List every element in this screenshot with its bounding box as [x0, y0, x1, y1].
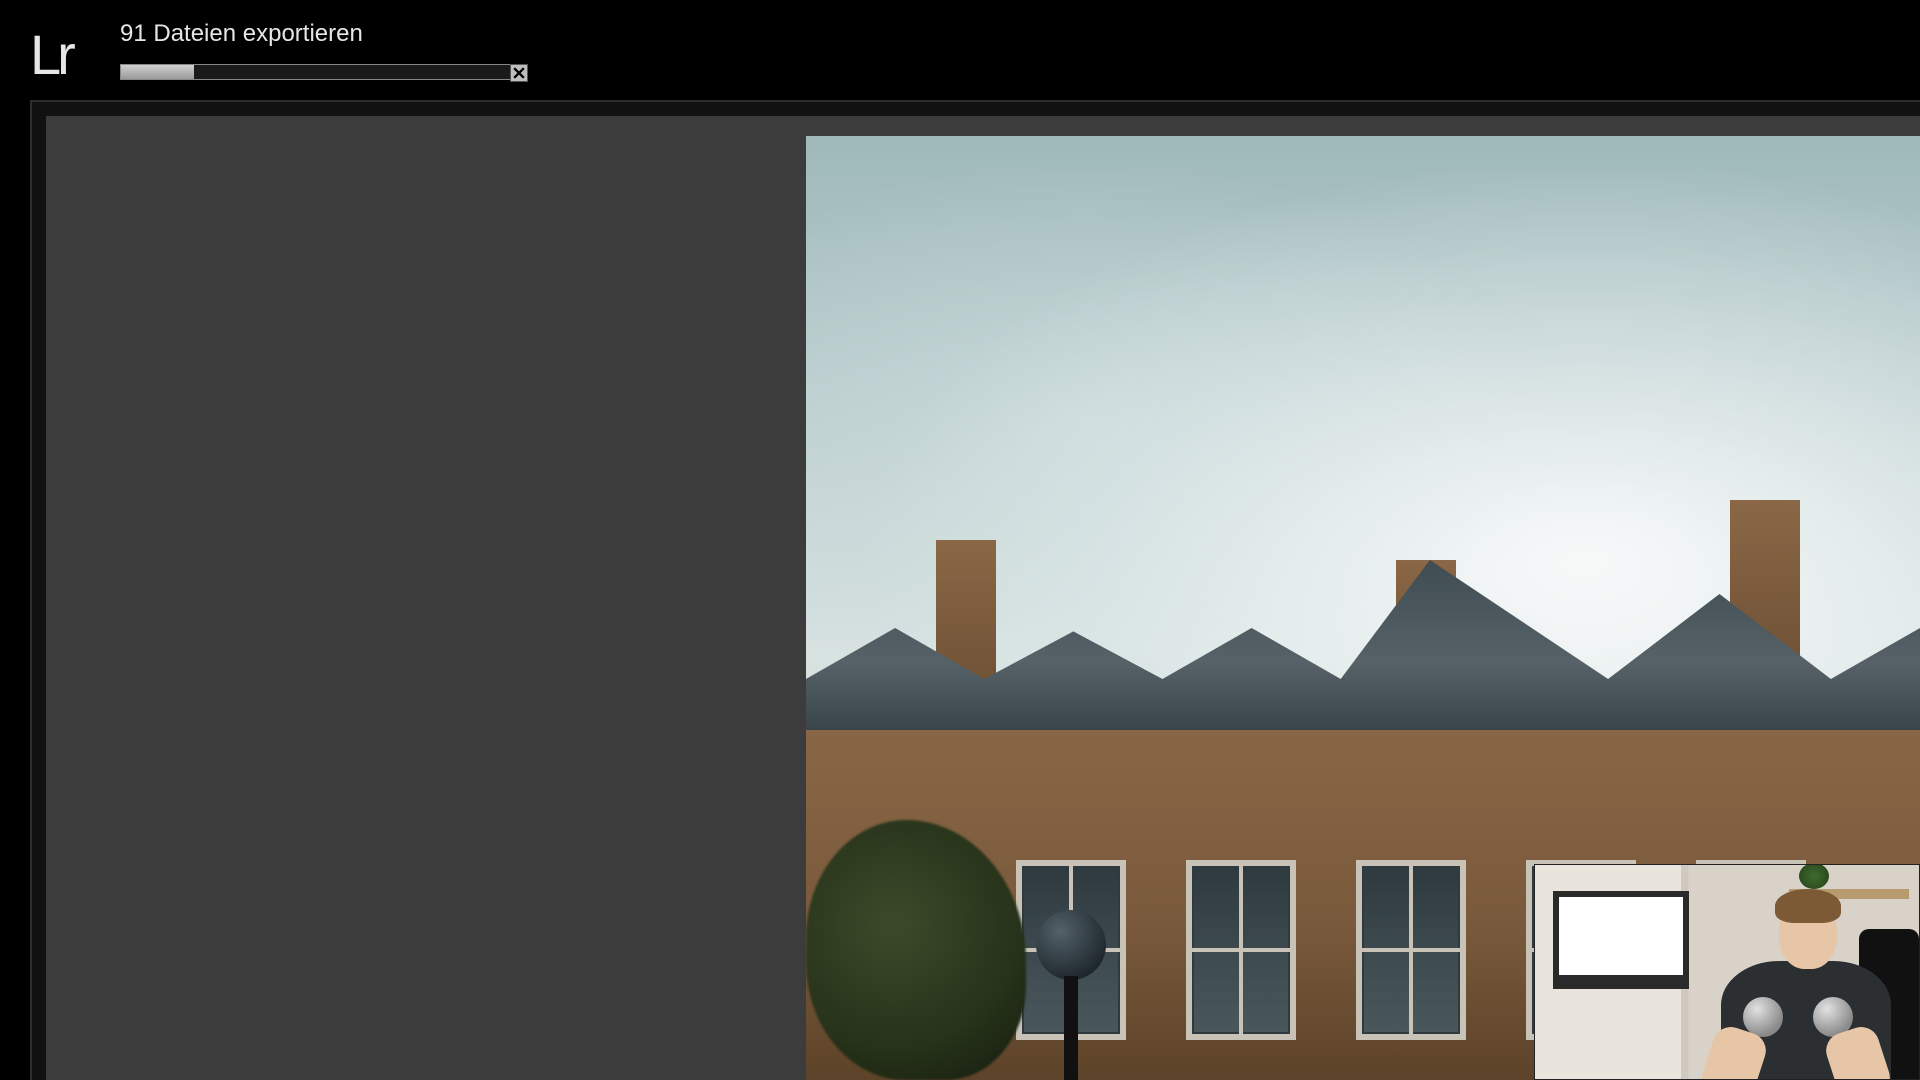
photo-window: [1186, 860, 1296, 1040]
export-progress-bar: [120, 64, 528, 80]
close-icon: [513, 67, 525, 79]
app-logo: Lr: [30, 22, 72, 87]
export-task-label: 91 Dateien exportieren: [120, 20, 363, 48]
export-progress-fill: [121, 65, 194, 79]
webcam-overlay: [1534, 864, 1920, 1080]
webcam-person: [1701, 879, 1891, 1079]
photo-window: [1356, 860, 1466, 1040]
photo-street-lamp: [1036, 910, 1106, 1080]
app-top-bar: Lr 91 Dateien exportieren: [0, 0, 1920, 100]
export-cancel-button[interactable]: [510, 64, 528, 82]
webcam-monitor: [1553, 891, 1689, 989]
